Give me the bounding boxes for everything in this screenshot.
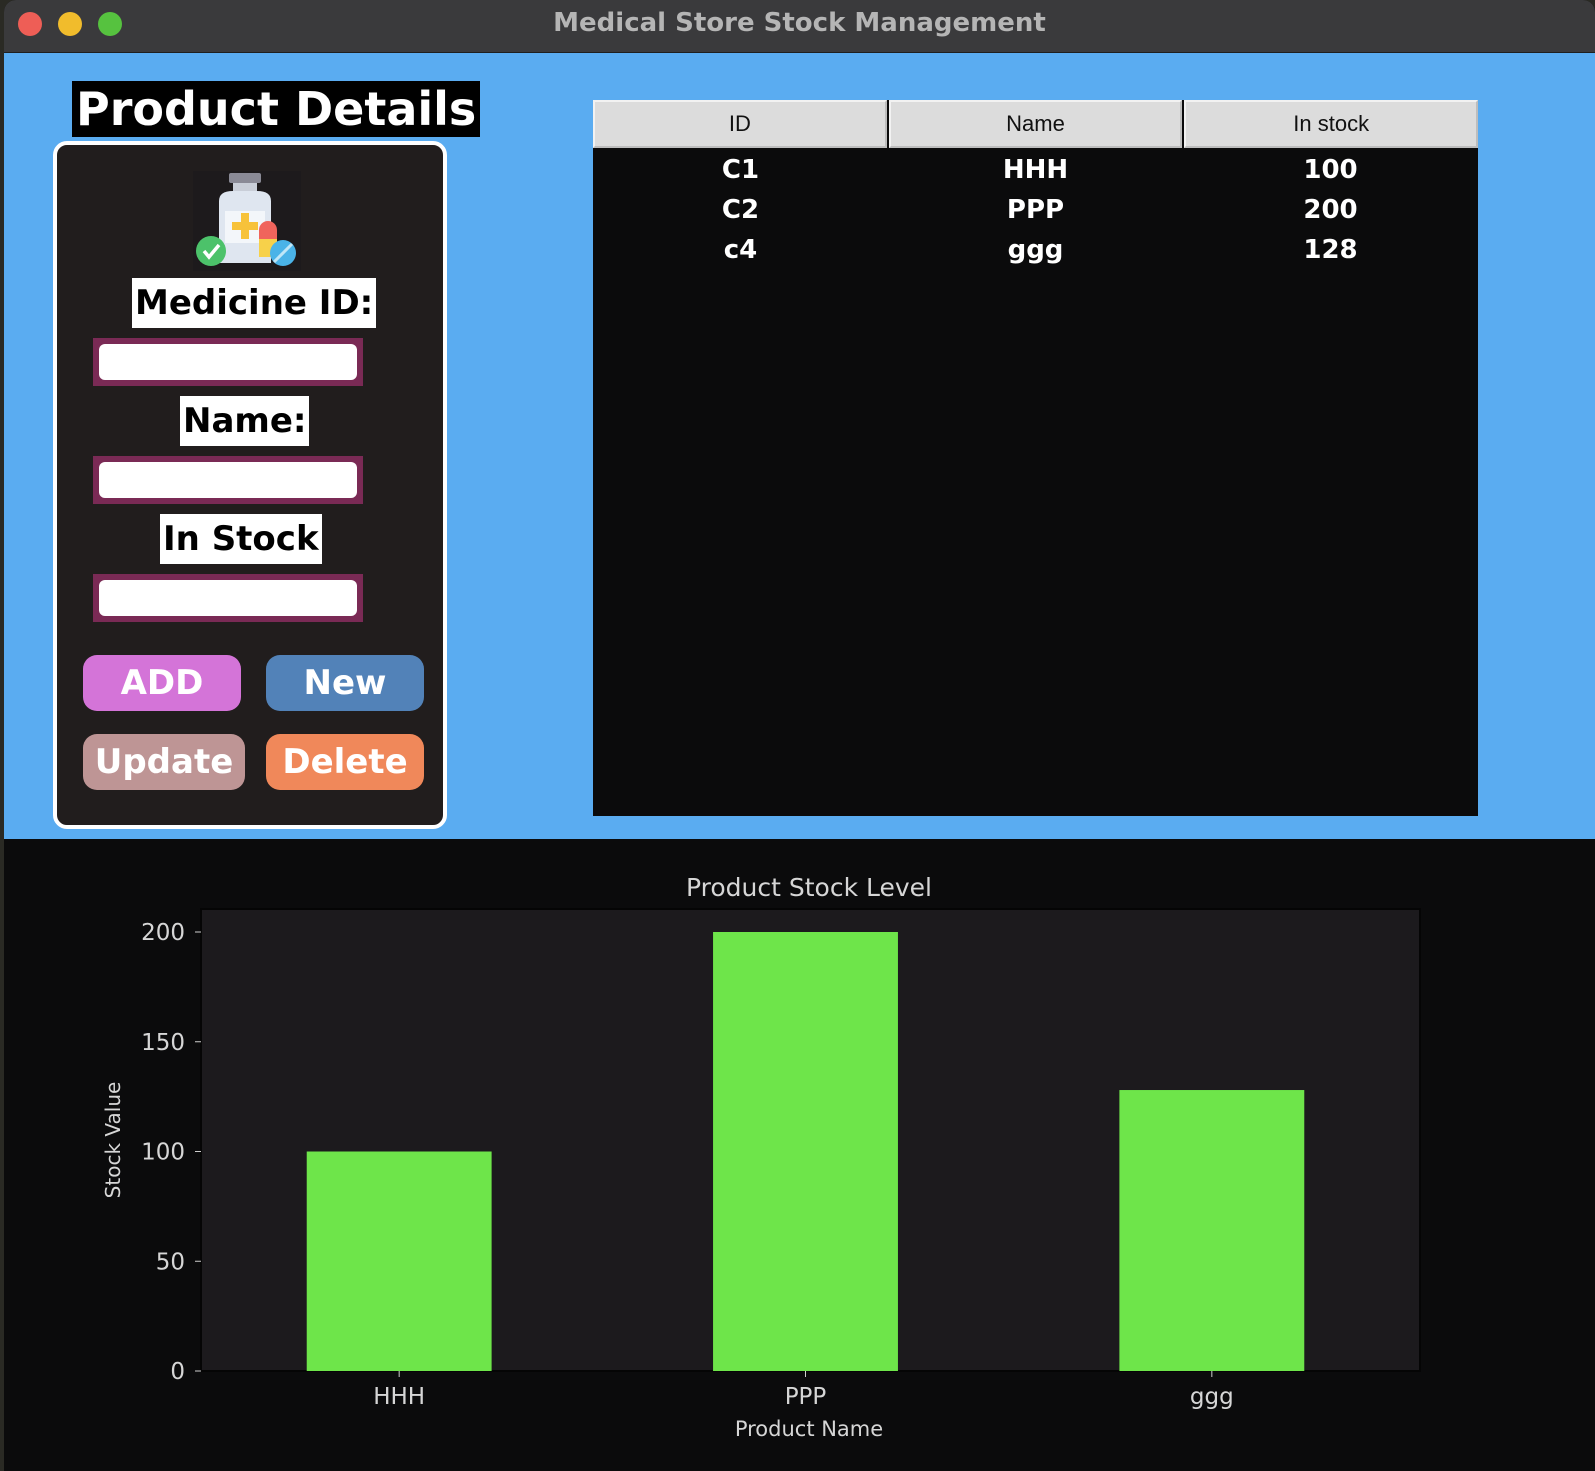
delete-button[interactable]: Delete <box>266 734 424 790</box>
table-body: C1 HHH 100 C2 PPP 200 c4 ggg 128 <box>593 150 1478 270</box>
name-label: Name: <box>180 396 310 446</box>
top-section: Product Details Medicine ID: Name: In St… <box>4 53 1595 839</box>
y-tick-label: 150 <box>141 1030 185 1056</box>
column-header-name[interactable]: Name <box>888 100 1183 148</box>
cell-id: C1 <box>721 155 760 185</box>
bar-ppp <box>713 932 898 1371</box>
table-row[interactable]: C2 PPP 200 <box>593 190 1478 230</box>
y-tick-label: 50 <box>156 1249 185 1275</box>
chart-section: Product Stock Level 0 50 100 150 200 HHH PPP g… <box>4 839 1595 1471</box>
y-tick-label: 0 <box>170 1359 185 1385</box>
column-header-in-stock[interactable]: In stock <box>1184 100 1479 148</box>
medicine-id-input[interactable] <box>99 344 357 380</box>
product-form-panel: Medicine ID: Name: In Stock ADD New Upda… <box>53 141 447 829</box>
in-stock-input[interactable] <box>99 580 357 616</box>
new-button[interactable]: New <box>266 655 424 711</box>
table-row[interactable]: C1 HHH 100 <box>593 150 1478 190</box>
table-row[interactable]: c4 ggg 128 <box>593 230 1478 270</box>
product-details-heading: Product Details <box>72 81 481 137</box>
x-tick-label: PPP <box>785 1384 827 1410</box>
add-button[interactable]: ADD <box>83 655 241 711</box>
bar-ggg <box>1119 1090 1305 1371</box>
name-input[interactable] <box>99 462 357 498</box>
cell-in-stock: 200 <box>1303 195 1358 225</box>
cell-name: HHH <box>1002 155 1069 185</box>
table-header: ID Name In stock <box>593 100 1479 148</box>
y-axis-label: Stock Value <box>101 1082 125 1199</box>
column-header-id[interactable]: ID <box>593 100 887 148</box>
y-tick-label: 100 <box>141 1140 185 1166</box>
cell-id: C2 <box>721 195 760 225</box>
cell-name: PPP <box>1006 195 1065 225</box>
x-axis-label: Product Name <box>735 1417 883 1441</box>
in-stock-label: In Stock <box>160 514 322 564</box>
x-axis: HHH PPP ggg <box>373 1371 1234 1410</box>
medicine-id-field-frame <box>93 338 363 386</box>
y-tick-label: 200 <box>141 920 185 946</box>
bar-hhh <box>306 1151 492 1371</box>
stock-level-chart: Product Stock Level 0 50 100 150 200 HHH PPP g… <box>101 873 1421 1441</box>
window-title: Medical Store Stock Management <box>553 8 1046 38</box>
in-stock-field-frame <box>93 574 363 622</box>
update-button[interactable]: Update <box>83 734 245 790</box>
cell-in-stock: 128 <box>1303 235 1358 265</box>
medicine-bottle-pills-icon <box>193 171 301 271</box>
cell-name: ggg <box>1007 235 1064 265</box>
x-tick-label: ggg <box>1190 1384 1234 1410</box>
title-bar: Medical Store Stock Management <box>4 0 1595 53</box>
app-window: Medical Store Stock Management Product D… <box>4 0 1595 1471</box>
stock-table[interactable]: ID Name In stock C1 HHH 100 C2 PPP 200 c… <box>593 100 1479 816</box>
cell-in-stock: 100 <box>1303 155 1358 185</box>
chart-title: Product Stock Level <box>686 873 932 902</box>
y-axis: 0 50 100 150 200 <box>141 920 201 1385</box>
medicine-id-label: Medicine ID: <box>132 278 377 328</box>
x-tick-label: HHH <box>373 1384 425 1410</box>
cell-id: c4 <box>723 235 758 265</box>
name-field-frame <box>93 456 363 504</box>
